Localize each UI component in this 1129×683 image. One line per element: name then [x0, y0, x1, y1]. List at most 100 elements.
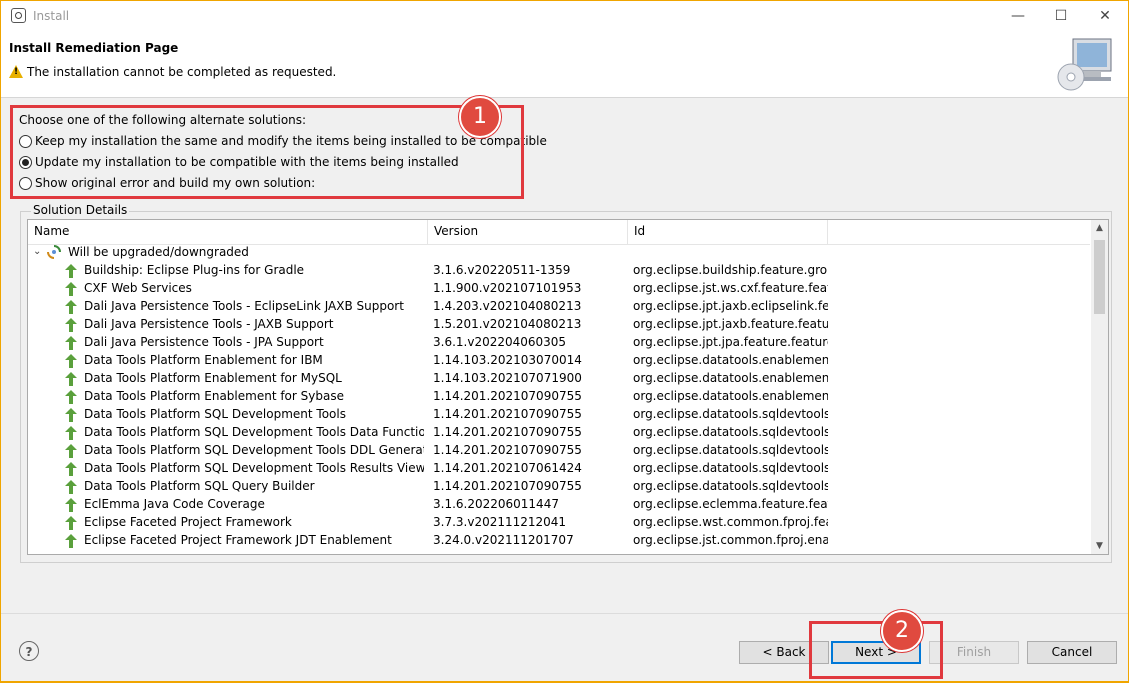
tree-group-row[interactable]: ⌄ Will be upgraded/downgraded — [28, 243, 1090, 261]
row-name: EclEmma Java Code Coverage — [84, 497, 265, 511]
row-version: 1.14.103.202103070014 — [433, 353, 582, 367]
row-name: Data Tools Platform SQL Development Tool… — [84, 407, 346, 421]
row-name: Data Tools Platform Enablement for MySQL — [84, 371, 342, 385]
row-id: org.eclipse.jpt.jaxb.feature.feature.... — [633, 317, 828, 331]
upgrade-arrow-icon — [65, 498, 77, 512]
row-id: org.eclipse.datatools.enablement.s... — [633, 389, 828, 403]
table-row[interactable]: Dali Java Persistence Tools - JPA Suppor… — [28, 333, 1090, 351]
row-id: org.eclipse.datatools.sqldevtools.s... — [633, 479, 828, 493]
row-version: 1.14.201.202107090755 — [433, 389, 582, 403]
table-row[interactable]: Eclipse Faceted Project Framework JDT En… — [28, 531, 1090, 549]
row-name: Dali Java Persistence Tools - EclipseLin… — [84, 299, 404, 313]
table-row[interactable]: Dali Java Persistence Tools - EclipseLin… — [28, 297, 1090, 315]
row-name: Data Tools Platform Enablement for Sybas… — [84, 389, 344, 403]
scrollbar-thumb[interactable] — [1094, 240, 1105, 314]
row-version: 3.24.0.v202111201707 — [433, 533, 574, 547]
table-row[interactable]: EclEmma Java Code Coverage 3.1.6.20220601… — [28, 495, 1090, 513]
annotation-box-1 — [10, 105, 524, 199]
row-name: Data Tools Platform SQL Development Tool… — [84, 443, 424, 457]
upgrade-arrow-icon — [65, 426, 77, 440]
scroll-up-icon[interactable]: ▲ — [1091, 220, 1108, 236]
row-id: org.eclipse.buildship.feature.group — [633, 263, 828, 277]
upgrade-arrow-icon — [65, 444, 77, 458]
row-id: org.eclipse.jst.ws.cxf.feature.featur — [633, 281, 828, 295]
table-row[interactable]: Data Tools Platform SQL Development Tool… — [28, 459, 1090, 477]
page-title: Install Remediation Page — [9, 41, 179, 55]
column-version-header[interactable]: Version — [428, 220, 628, 244]
row-name: Eclipse Faceted Project Framework JDT En… — [84, 533, 392, 547]
table-row[interactable]: Data Tools Platform SQL Development Tool… — [28, 405, 1090, 423]
row-id: org.eclipse.jpt.jpa.feature.feature.g... — [633, 335, 828, 349]
row-id: org.eclipse.datatools.enablement.... — [633, 371, 828, 385]
column-id-header[interactable]: Id — [628, 220, 828, 244]
row-version: 1.14.201.202107090755 — [433, 407, 582, 421]
upgrade-arrow-icon — [65, 462, 77, 476]
window-title: Install — [33, 9, 70, 23]
solution-details-table: Name Version Id ⌄ Will be upgraded/downg… — [27, 219, 1109, 555]
table-row[interactable]: Data Tools Platform Enablement for Sybas… — [28, 387, 1090, 405]
title-bar: Install — ☐ ✕ — [1, 1, 1128, 31]
row-version: 1.14.103.202107071900 — [433, 371, 582, 385]
table-row[interactable]: CXF Web Services 1.1.900.v202107101953 org… — [28, 279, 1090, 297]
row-version: 1.14.201.202107061424 — [433, 461, 582, 475]
row-version: 3.1.6.202206011447 — [433, 497, 559, 511]
warning-icon: ! — [9, 65, 23, 78]
row-id: org.eclipse.datatools.enablement.i... — [633, 353, 828, 367]
install-banner-icon — [1057, 38, 1112, 91]
upgrade-arrow-icon — [65, 390, 77, 404]
row-version: 1.14.201.202107090755 — [433, 425, 582, 439]
row-name: Data Tools Platform SQL Development Tool… — [84, 461, 424, 475]
column-name-header[interactable]: Name — [28, 220, 428, 244]
upgrade-arrow-icon — [65, 354, 77, 368]
row-name: Data Tools Platform Enablement for IBM — [84, 353, 323, 367]
row-id: org.eclipse.datatools.sqldevtools.r... — [633, 461, 828, 475]
group-row-label: Will be upgraded/downgraded — [68, 245, 249, 259]
maximize-button[interactable]: ☐ — [1039, 1, 1083, 31]
row-name: Buildship: Eclipse Plug-ins for Gradle — [84, 263, 305, 277]
cancel-button[interactable]: Cancel — [1027, 641, 1117, 664]
row-name: Eclipse Faceted Project Framework — [84, 515, 292, 529]
warning-message: The installation cannot be completed as … — [27, 65, 337, 79]
row-id: org.eclipse.jpt.jaxb.eclipselink.feat... — [633, 299, 828, 313]
scroll-down-icon[interactable]: ▼ — [1091, 538, 1108, 554]
table-row[interactable]: Data Tools Platform SQL Query Builder 1.1… — [28, 477, 1090, 495]
table-row[interactable]: Eclipse Faceted Project Framework 3.7.3.v… — [28, 513, 1090, 531]
row-id: org.eclipse.datatools.sqldevtools.f... — [633, 407, 828, 421]
upgrade-arrow-icon — [65, 264, 77, 278]
upgrade-arrow-icon — [65, 516, 77, 530]
table-row[interactable]: Data Tools Platform Enablement for MySQL… — [28, 369, 1090, 387]
table-row[interactable]: Data Tools Platform Enablement for IBM 1.… — [28, 351, 1090, 369]
table-row[interactable]: Data Tools Platform SQL Development Tool… — [28, 441, 1090, 459]
row-id: org.eclipse.jst.common.fproj.enab... — [633, 533, 828, 547]
row-version: 1.1.900.v202107101953 — [433, 281, 582, 295]
upgrade-arrow-icon — [65, 318, 77, 332]
table-row[interactable]: Dali Java Persistence Tools - JAXB Suppo… — [28, 315, 1090, 333]
minimize-button[interactable]: — — [996, 1, 1040, 31]
vertical-scrollbar[interactable]: ▲ ▼ — [1091, 220, 1108, 554]
row-version: 1.14.201.202107090755 — [433, 443, 582, 457]
close-button[interactable]: ✕ — [1083, 1, 1127, 31]
row-name: Data Tools Platform SQL Development Tool… — [84, 425, 424, 439]
upgrade-arrow-icon — [65, 282, 77, 296]
chevron-down-icon[interactable]: ⌄ — [33, 243, 41, 261]
row-version: 3.7.3.v202111212041 — [433, 515, 567, 529]
row-version: 3.1.6.v20220511-1359 — [433, 263, 571, 277]
solution-details-label: Solution Details — [31, 203, 130, 217]
table-row[interactable]: Data Tools Platform SQL Development Tool… — [28, 423, 1090, 441]
table-row[interactable]: Buildship: Eclipse Plug-ins for Gradle 3.… — [28, 261, 1090, 279]
row-name: Dali Java Persistence Tools - JAXB Suppo… — [84, 317, 334, 331]
row-name: Data Tools Platform SQL Query Builder — [84, 479, 315, 493]
upgrade-arrow-icon — [65, 534, 77, 548]
row-name: CXF Web Services — [84, 281, 192, 295]
table-header: Name Version Id — [28, 220, 1090, 245]
row-id: org.eclipse.eclemma.feature.featur... — [633, 497, 828, 511]
row-version: 1.4.203.v202104080213 — [433, 299, 582, 313]
install-dialog: Install — ☐ ✕ Install Remediation Page !… — [1, 1, 1128, 681]
help-icon[interactable]: ? — [19, 641, 39, 661]
upgrade-arrow-icon — [65, 372, 77, 386]
row-id: org.eclipse.wst.common.fproj.feat... — [633, 515, 828, 529]
row-version: 3.6.1.v202204060305 — [433, 335, 567, 349]
annotation-badge-1: 1 — [459, 96, 501, 138]
annotation-badge-2: 2 — [881, 610, 923, 652]
page-header: Install Remediation Page ! The installat… — [1, 31, 1128, 98]
